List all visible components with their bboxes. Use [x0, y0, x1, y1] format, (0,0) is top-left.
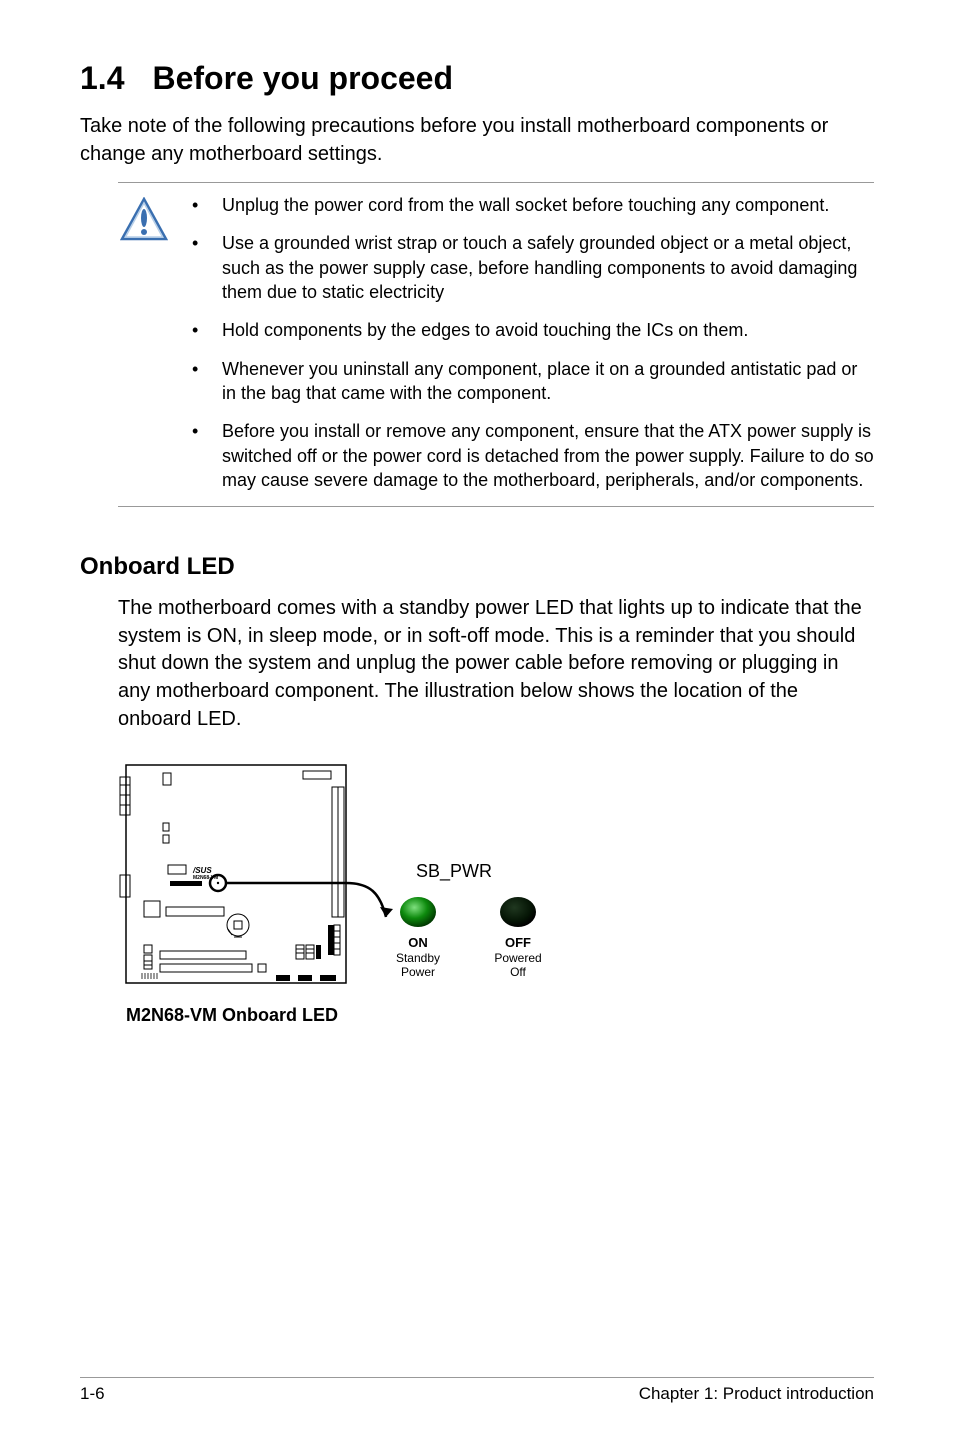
svg-text:ON: ON [408, 935, 428, 950]
page-footer: 1-6 Chapter 1: Product introduction [80, 1377, 874, 1404]
svg-text:Powered: Powered [494, 951, 541, 965]
caution-text: Use a grounded wrist strap or touch a sa… [222, 231, 874, 304]
caution-text: Unplug the power cord from the wall sock… [222, 193, 874, 217]
caution-icon [118, 193, 170, 496]
caution-box: • Unplug the power cord from the wall so… [118, 182, 874, 507]
intro-paragraph: Take note of the following precautions b… [80, 113, 874, 168]
svg-text:Power: Power [401, 965, 435, 979]
svg-text:SB_PWR: SB_PWR [416, 861, 492, 882]
list-item: • Before you install or remove any compo… [192, 419, 874, 492]
onboard-led-diagram: /SUS M2N68-VM [118, 757, 598, 1026]
list-item: • Use a grounded wrist strap or touch a … [192, 231, 874, 304]
bullet-icon: • [192, 357, 222, 406]
diagram-caption: M2N68-VM Onboard LED [126, 1005, 598, 1026]
onboard-led-paragraph: The motherboard comes with a standby pow… [118, 595, 874, 733]
caution-text: Whenever you uninstall any component, pl… [222, 357, 874, 406]
bullet-icon: • [192, 193, 222, 217]
caution-list: • Unplug the power cord from the wall so… [192, 193, 874, 496]
bullet-icon: • [192, 231, 222, 304]
section-title: Before you proceed [152, 60, 453, 97]
section-number: 1.4 [80, 60, 124, 97]
list-item: • Hold components by the edges to avoid … [192, 318, 874, 342]
svg-text:/SUS: /SUS [192, 866, 212, 875]
list-item: • Whenever you uninstall any component, … [192, 357, 874, 406]
section-heading: 1.4 Before you proceed [80, 60, 874, 97]
bullet-icon: • [192, 318, 222, 342]
svg-text:Standby: Standby [396, 951, 440, 965]
caution-text: Hold components by the edges to avoid to… [222, 318, 874, 342]
onboard-led-heading: Onboard LED [80, 553, 874, 581]
svg-text:Off: Off [510, 965, 526, 979]
page-number: 1-6 [80, 1384, 105, 1404]
chapter-label: Chapter 1: Product introduction [639, 1384, 874, 1404]
svg-text:OFF: OFF [505, 935, 531, 950]
list-item: • Unplug the power cord from the wall so… [192, 193, 874, 217]
bullet-icon: • [192, 419, 222, 492]
caution-text: Before you install or remove any compone… [222, 419, 874, 492]
